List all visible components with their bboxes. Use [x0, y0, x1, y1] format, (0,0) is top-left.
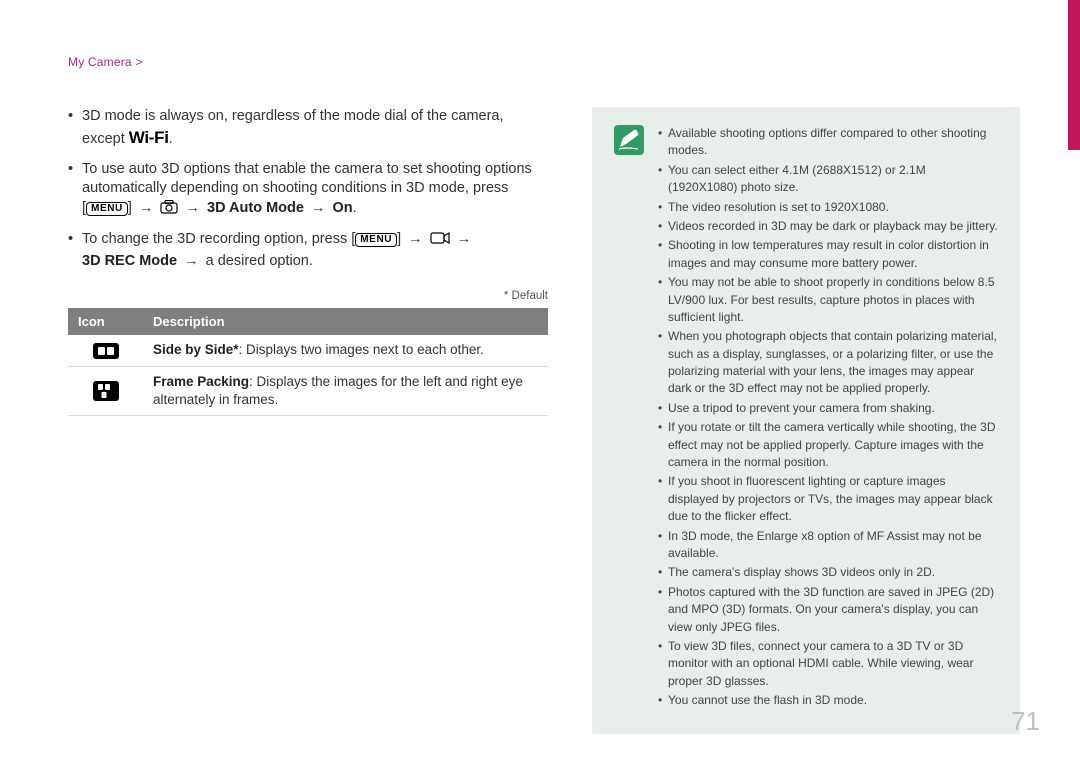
bullet-3d-rec: To change the 3D recording option, press…	[68, 230, 548, 271]
breadcrumb: My Camera >	[68, 55, 1020, 69]
bracket-right-1: ]	[128, 200, 132, 216]
label-3d-auto-mode: 3D Auto Mode	[207, 200, 304, 216]
note-item: Videos recorded in 3D may be dark or pla…	[658, 218, 998, 235]
arrow-icon: →	[308, 200, 333, 216]
note-item: Use a tripod to prevent your camera from…	[658, 400, 998, 417]
opt-desc-sbs: : Displays two images next to each other…	[239, 342, 484, 357]
options-table: Icon Description Side by Side*: Displays…	[68, 308, 548, 416]
video-icon	[430, 231, 450, 252]
thumb-tab	[1068, 0, 1080, 150]
note-item: Photos captured with the 3D function are…	[658, 584, 998, 636]
menu-button-icon: MENU	[86, 202, 128, 216]
cell-icon	[68, 335, 143, 366]
note-item: If you rotate or tilt the camera vertica…	[658, 419, 998, 471]
arrow-icon: →	[136, 200, 161, 216]
note-box: Available shooting options differ compar…	[592, 107, 1020, 734]
table-row: Frame Packing: Displays the images for t…	[68, 366, 548, 415]
note-item: In 3D mode, the Enlarge x8 option of MF …	[658, 528, 998, 563]
th-icon: Icon	[68, 308, 143, 336]
cell-icon	[68, 366, 143, 415]
arrow-icon: →	[454, 231, 475, 247]
wifi-label: Wi-Fi	[129, 127, 169, 150]
note-item: You can select either 4.1M (2688X1512) o…	[658, 162, 998, 197]
bullet-3d-always-on: 3D mode is always on, regardless of the …	[68, 107, 548, 150]
menu-button-icon: MENU	[355, 233, 397, 247]
label-3d-rec-mode: 3D REC Mode	[82, 253, 177, 269]
note-item: If you shoot in fluorescent lighting or …	[658, 473, 998, 525]
label-on: On	[333, 200, 353, 216]
note-item: You may not be able to shoot properly in…	[658, 274, 998, 326]
cell-description: Frame Packing: Displays the images for t…	[143, 366, 548, 415]
two-column-layout: 3D mode is always on, regardless of the …	[68, 107, 1020, 734]
note-item: The camera's display shows 3D videos onl…	[658, 564, 998, 581]
note-item: You cannot use the flash in 3D mode.	[658, 692, 998, 709]
th-description: Description	[143, 308, 548, 336]
opt-name-fp: Frame Packing	[153, 374, 249, 389]
note-item: Shooting in low temperatures may result …	[658, 237, 998, 272]
default-footnote: * Default	[68, 289, 548, 305]
bullet-auto-3d: To use auto 3D options that enable the c…	[68, 160, 548, 221]
page-number: 71	[1011, 706, 1040, 737]
frame-packing-icon	[93, 381, 119, 401]
period-2: .	[353, 200, 357, 216]
arrow-icon: →	[183, 200, 208, 216]
note-item: When you photograph objects that contain…	[658, 328, 998, 398]
opt-name-sbs: Side by Side*	[153, 342, 239, 357]
note-pen-icon	[614, 125, 644, 155]
text-desired-option: a desired option.	[206, 253, 313, 269]
table-row: Side by Side*: Displays two images next …	[68, 335, 548, 366]
page-content: My Camera > 3D mode is always on, regard…	[0, 0, 1080, 765]
period-1: .	[169, 131, 173, 147]
left-column: 3D mode is always on, regardless of the …	[68, 107, 548, 734]
cell-description: Side by Side*: Displays two images next …	[143, 335, 548, 366]
right-column: Available shooting options differ compar…	[592, 107, 1020, 734]
note-item: Available shooting options differ compar…	[658, 125, 998, 160]
instruction-list: 3D mode is always on, regardless of the …	[68, 107, 548, 271]
note-item: To view 3D files, connect your camera to…	[658, 638, 998, 690]
arrow-icon: →	[405, 231, 430, 247]
bracket-right-2: ]	[397, 231, 401, 247]
arrow-icon: →	[181, 253, 206, 269]
text-3d-rec-pre: To change the 3D recording option, press…	[82, 231, 355, 247]
note-list: Available shooting options differ compar…	[658, 125, 998, 712]
camera-icon	[160, 200, 178, 221]
text-auto-3d: To use auto 3D options that enable the c…	[82, 161, 532, 197]
note-item: The video resolution is set to 1920X1080…	[658, 199, 998, 216]
side-by-side-icon	[93, 343, 119, 359]
